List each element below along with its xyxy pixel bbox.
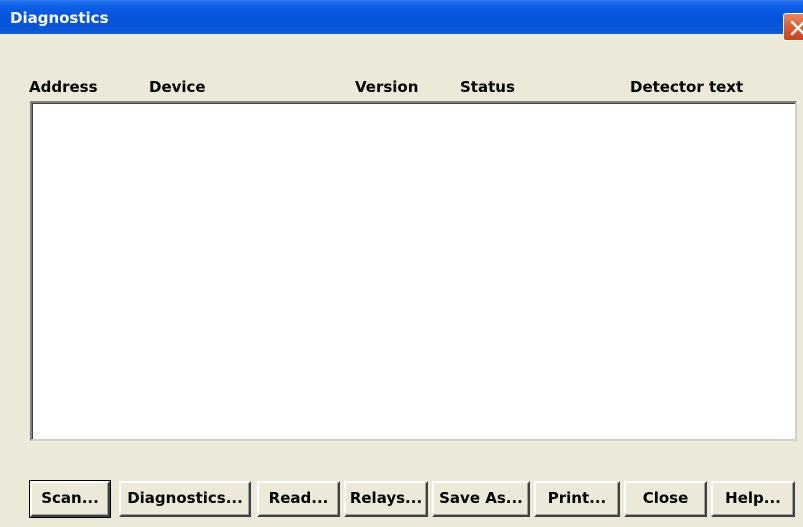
help-button[interactable]: Help... (711, 481, 795, 517)
save-as-button[interactable]: Save As... (432, 481, 530, 517)
scan-button[interactable]: Scan... (29, 480, 111, 518)
print-button[interactable]: Print... (534, 481, 620, 517)
close-icon (790, 20, 803, 36)
relays-button[interactable]: Relays... (344, 481, 428, 517)
diagnostics-window: Diagnostics Address Device Version Statu… (0, 0, 803, 527)
diagnostics-button[interactable]: Diagnostics... (119, 481, 251, 517)
column-header-version[interactable]: Version (355, 78, 418, 96)
window-close-button[interactable] (783, 13, 803, 41)
column-header-device[interactable]: Device (149, 78, 206, 96)
read-button[interactable]: Read... (257, 481, 340, 517)
title-bar[interactable]: Diagnostics (0, 0, 803, 41)
window-title: Diagnostics (10, 9, 109, 27)
close-button[interactable]: Close (624, 481, 707, 517)
column-header-address[interactable]: Address (29, 78, 98, 96)
device-list[interactable] (30, 101, 797, 441)
column-header-detector-text[interactable]: Detector text (630, 78, 743, 96)
column-header-status[interactable]: Status (460, 78, 515, 96)
